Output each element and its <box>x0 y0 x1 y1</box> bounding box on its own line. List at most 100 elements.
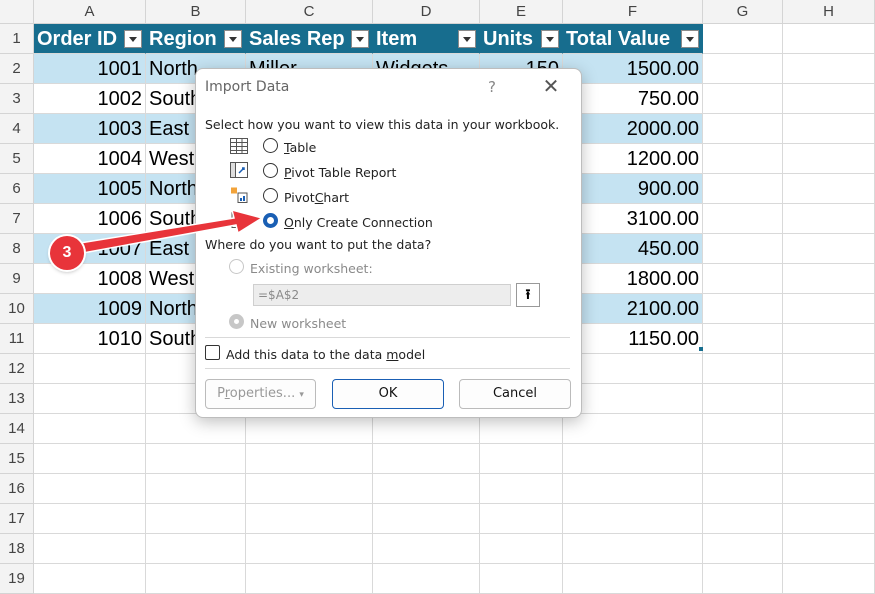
cell[interactable] <box>563 444 703 474</box>
table-cell[interactable]: 1150.00 <box>563 324 703 354</box>
table-header-cell[interactable]: Order ID <box>34 24 146 54</box>
table-cell[interactable]: 2000.00 <box>563 114 703 144</box>
column-header-C[interactable]: C <box>246 0 373 24</box>
column-header-F[interactable]: F <box>563 0 703 24</box>
table-cell[interactable]: 1008 <box>34 264 146 294</box>
column-header-G[interactable]: G <box>703 0 783 24</box>
row-header-6[interactable]: 6 <box>0 174 34 204</box>
cell[interactable] <box>373 444 480 474</box>
row-header-5[interactable]: 5 <box>0 144 34 174</box>
cell[interactable] <box>480 474 563 504</box>
column-header-B[interactable]: B <box>146 0 246 24</box>
cell[interactable] <box>783 444 875 474</box>
cell[interactable] <box>373 564 480 594</box>
new-worksheet-radio[interactable] <box>229 314 244 329</box>
row-header-13[interactable]: 13 <box>0 384 34 414</box>
data-model-checkbox[interactable] <box>205 345 220 360</box>
table-cell[interactable]: 1004 <box>34 144 146 174</box>
only-create-connection-radio[interactable] <box>263 213 278 228</box>
filter-dropdown-icon[interactable] <box>458 30 476 48</box>
cell[interactable] <box>703 504 783 534</box>
cell[interactable] <box>480 444 563 474</box>
row-header-18[interactable]: 18 <box>0 534 34 564</box>
row-header-2[interactable]: 2 <box>0 54 34 84</box>
row-header-12[interactable]: 12 <box>0 354 34 384</box>
close-icon[interactable]: ✕ <box>540 74 562 98</box>
filter-dropdown-icon[interactable] <box>351 30 369 48</box>
table-header-cell[interactable]: Item <box>373 24 480 54</box>
table-cell[interactable]: 1800.00 <box>563 264 703 294</box>
ok-button[interactable]: OK <box>332 379 444 409</box>
cell[interactable] <box>783 354 875 384</box>
cell[interactable] <box>783 294 875 324</box>
cell[interactable] <box>34 534 146 564</box>
cell[interactable] <box>783 234 875 264</box>
cell[interactable] <box>783 564 875 594</box>
only-create-connection-label[interactable]: Only Create Connection <box>284 215 433 230</box>
cell[interactable] <box>783 504 875 534</box>
cell[interactable] <box>703 354 783 384</box>
row-header-16[interactable]: 16 <box>0 474 34 504</box>
column-header-A[interactable]: A <box>34 0 146 24</box>
cell[interactable] <box>480 534 563 564</box>
table-header-cell[interactable]: Total Value <box>563 24 703 54</box>
pivot-table-radio[interactable] <box>263 163 278 178</box>
cell[interactable] <box>246 504 373 534</box>
cell[interactable] <box>703 204 783 234</box>
range-input[interactable]: =$A$2 <box>253 284 511 306</box>
cell[interactable] <box>246 534 373 564</box>
pivot-chart-option-label[interactable]: PivotChart <box>284 190 349 205</box>
cell[interactable] <box>703 294 783 324</box>
table-cell[interactable]: 1009 <box>34 294 146 324</box>
select-all-corner[interactable] <box>0 0 34 24</box>
table-header-cell[interactable]: Sales Rep <box>246 24 373 54</box>
table-header-cell[interactable]: Region <box>146 24 246 54</box>
cell[interactable] <box>703 174 783 204</box>
row-header-7[interactable]: 7 <box>0 204 34 234</box>
cell[interactable] <box>480 504 563 534</box>
filter-dropdown-icon[interactable] <box>541 30 559 48</box>
cell[interactable] <box>563 564 703 594</box>
row-header-14[interactable]: 14 <box>0 414 34 444</box>
cell[interactable] <box>246 444 373 474</box>
row-header-4[interactable]: 4 <box>0 114 34 144</box>
cell[interactable] <box>34 444 146 474</box>
column-header-E[interactable]: E <box>480 0 563 24</box>
cell[interactable] <box>34 384 146 414</box>
collapse-range-button[interactable]: ⭱ <box>516 283 540 307</box>
cell[interactable] <box>34 354 146 384</box>
cell[interactable] <box>146 474 246 504</box>
cell[interactable] <box>563 504 703 534</box>
cell[interactable] <box>373 504 480 534</box>
row-header-1[interactable]: 1 <box>0 24 34 54</box>
row-header-19[interactable]: 19 <box>0 564 34 594</box>
table-cell[interactable]: 750.00 <box>563 84 703 114</box>
cell[interactable] <box>783 204 875 234</box>
table-cell[interactable]: 2100.00 <box>563 294 703 324</box>
cell[interactable] <box>480 564 563 594</box>
cell[interactable] <box>480 414 563 444</box>
cell[interactable] <box>373 414 480 444</box>
table-cell[interactable]: 1001 <box>34 54 146 84</box>
table-cell[interactable]: 1003 <box>34 114 146 144</box>
table-cell[interactable]: 1200.00 <box>563 144 703 174</box>
cell[interactable] <box>146 444 246 474</box>
cell[interactable] <box>783 114 875 144</box>
cell[interactable] <box>703 234 783 264</box>
table-cell[interactable]: 900.00 <box>563 174 703 204</box>
data-model-label[interactable]: Add this data to the data model <box>226 347 425 362</box>
cell[interactable] <box>146 414 246 444</box>
cell[interactable] <box>146 534 246 564</box>
table-cell[interactable]: 1002 <box>34 84 146 114</box>
cell[interactable] <box>703 84 783 114</box>
cell[interactable] <box>783 414 875 444</box>
cell[interactable] <box>563 354 703 384</box>
cell[interactable] <box>563 534 703 564</box>
cell[interactable] <box>146 504 246 534</box>
cell[interactable] <box>783 474 875 504</box>
cell[interactable] <box>783 84 875 114</box>
row-header-11[interactable]: 11 <box>0 324 34 354</box>
row-header-15[interactable]: 15 <box>0 444 34 474</box>
table-cell[interactable]: 1500.00 <box>563 54 703 84</box>
cell[interactable] <box>246 564 373 594</box>
